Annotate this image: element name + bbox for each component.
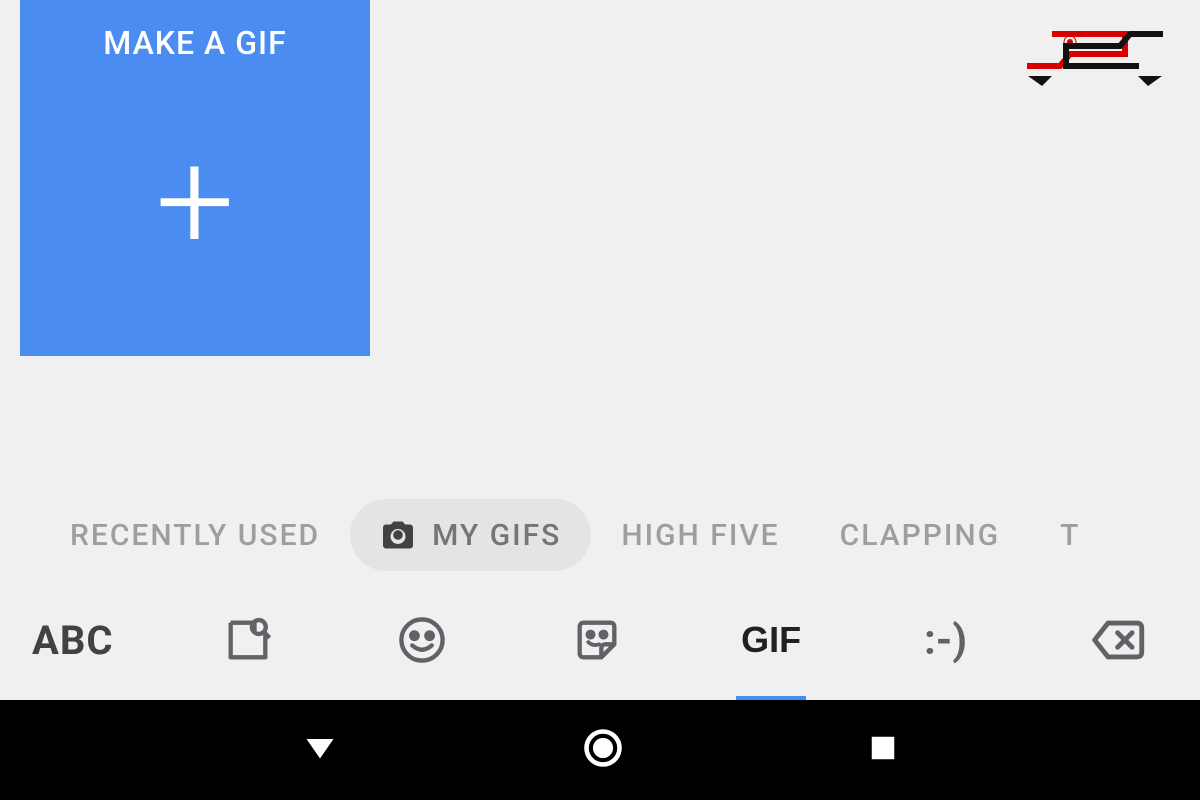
gif-tab-button[interactable]: GIF: [731, 580, 811, 700]
emoji-icon: [396, 614, 448, 666]
square-icon: [868, 733, 898, 763]
sticker-icon: [571, 614, 623, 666]
camera-icon: [380, 517, 416, 553]
emoji-button[interactable]: [382, 580, 462, 700]
abc-keyboard-button[interactable]: ABC: [32, 580, 114, 700]
nav-home-button[interactable]: [581, 726, 625, 774]
gif-category-tabs[interactable]: RECENTLY USED MY GIFS HIGH FIVE CLAPPING…: [0, 490, 1200, 580]
search-button[interactable]: [208, 580, 288, 700]
nav-recents-button[interactable]: [868, 733, 898, 767]
category-label: HIGH FIVE: [621, 518, 779, 553]
backspace-icon: [1091, 611, 1149, 669]
category-more[interactable]: T: [1030, 500, 1110, 571]
keyboard-toolbar: ABC GIF :-): [0, 580, 1200, 700]
category-label: T: [1060, 518, 1080, 553]
watermark-logo: [1020, 16, 1170, 100]
category-my-gifs[interactable]: MY GIFS: [350, 499, 591, 571]
category-recently-used[interactable]: RECENTLY USED: [40, 500, 350, 571]
category-high-five[interactable]: HIGH FIVE: [591, 500, 809, 571]
category-label: MY GIFS: [432, 518, 561, 553]
emoticon-button[interactable]: :-): [906, 580, 986, 700]
search-sheet-icon: [222, 614, 274, 666]
gif-content-area: MAKE A GIF +: [0, 0, 1200, 490]
make-gif-title: MAKE A GIF: [103, 24, 286, 62]
android-nav-bar: [0, 700, 1200, 800]
category-label: RECENTLY USED: [70, 518, 320, 553]
plus-icon: +: [155, 132, 234, 272]
nav-back-button[interactable]: [302, 730, 338, 770]
category-label: CLAPPING: [840, 518, 1000, 553]
category-clapping[interactable]: CLAPPING: [810, 500, 1030, 571]
backspace-button[interactable]: [1080, 580, 1160, 700]
gif-label: GIF: [741, 619, 801, 661]
triangle-down-icon: [302, 730, 338, 766]
abc-label: ABC: [32, 617, 114, 664]
sticker-button[interactable]: [557, 580, 637, 700]
make-gif-button[interactable]: MAKE A GIF +: [20, 0, 370, 356]
circle-icon: [581, 726, 625, 770]
emoticon-label: :-): [924, 616, 967, 665]
